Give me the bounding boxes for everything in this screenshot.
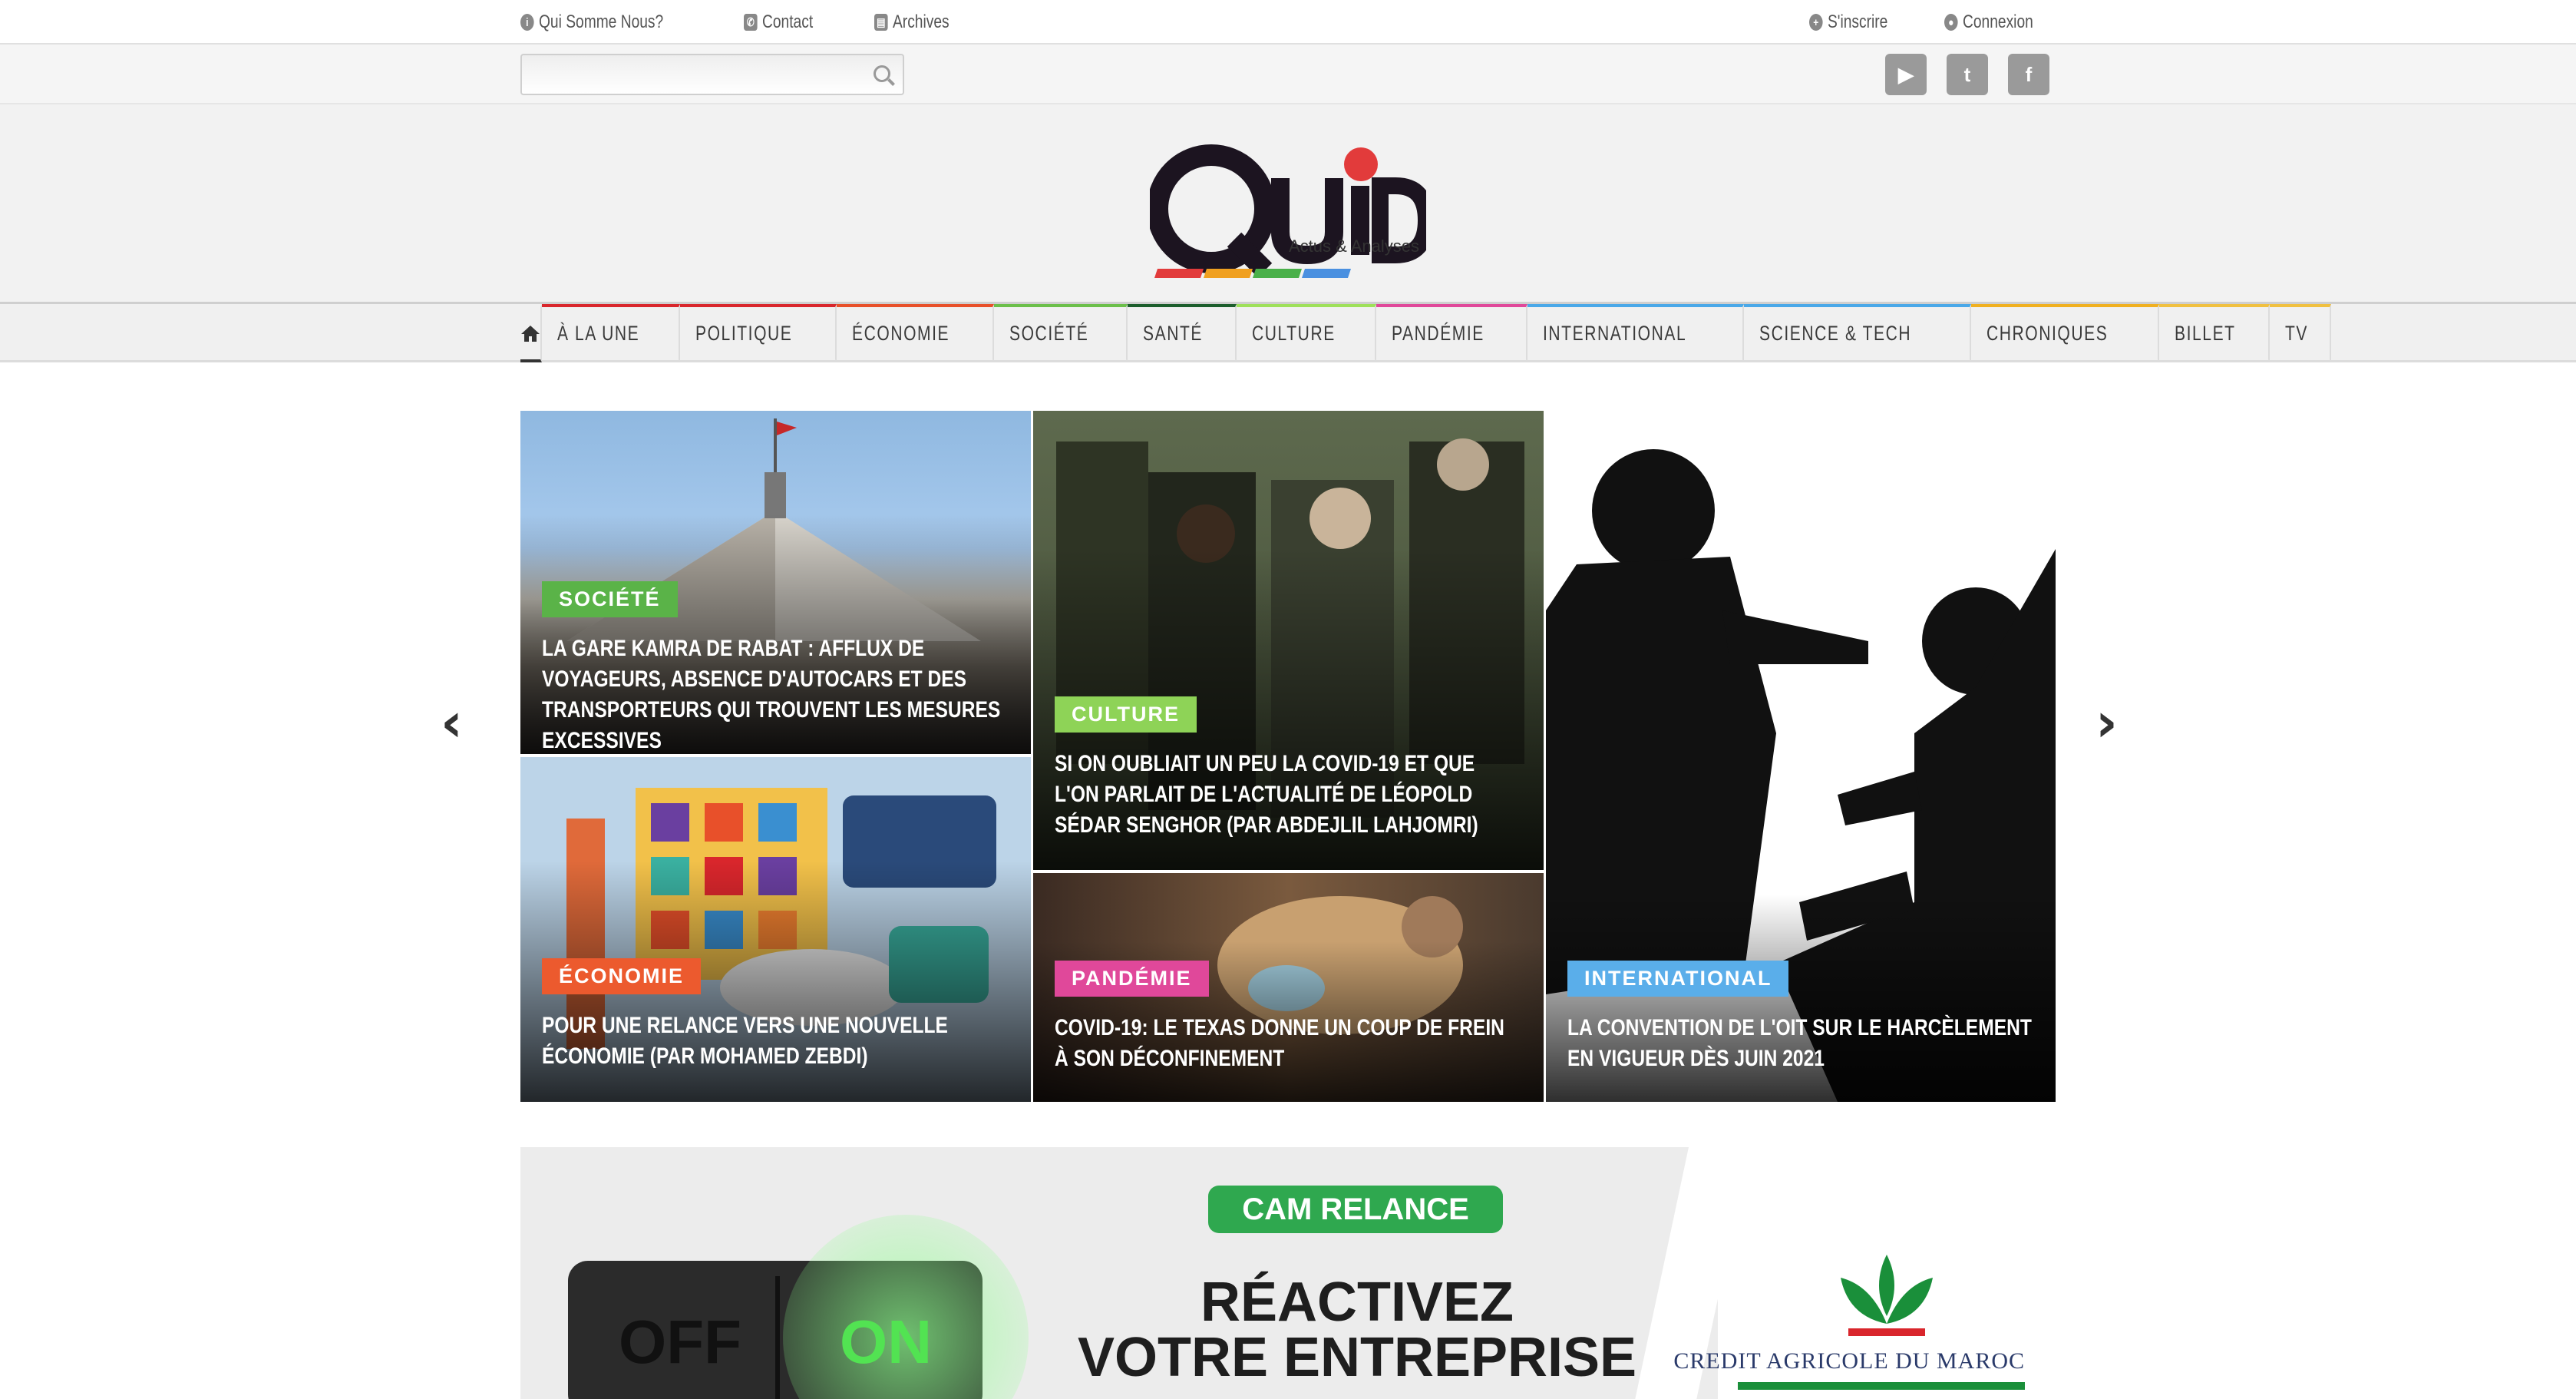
phone-icon: ✆ xyxy=(743,14,758,31)
top-links-left: i Qui Somme Nous? ✆ Contact ▤ Archives xyxy=(520,12,969,33)
featured-slider: SOCIÉTÉ LA GARE KAMRA DE RABAT : AFFLUX … xyxy=(520,411,2056,1102)
slider-next-icon[interactable]: › xyxy=(2095,691,2118,754)
bank-underline xyxy=(1738,1382,2025,1390)
nav-culture[interactable]: CULTURE xyxy=(1237,304,1376,362)
slide-card[interactable]: ÉCONOMIE POUR UNE RELANCE VERS UNE NOUVE… xyxy=(520,757,1031,1102)
category-badge[interactable]: PANDÉMIE xyxy=(1055,961,1209,997)
slide-card[interactable]: CULTURE SI ON OUBLIAIT UN PEU LA COVID-1… xyxy=(1033,411,1544,870)
ad-banner[interactable]: OFF ON CAM RELANCE RÉACTIVEZ VOTRE ENTRE… xyxy=(520,1147,2056,1399)
home-icon[interactable] xyxy=(520,304,542,362)
social-links: ▶ t f xyxy=(1885,54,2049,95)
slide-title[interactable]: LA GARE KAMRA DE RABAT : AFFLUX DE VOYAG… xyxy=(542,633,1009,754)
youtube-icon[interactable]: ▶ xyxy=(1885,54,1927,95)
nav-economie[interactable]: ÉCONOMIE xyxy=(836,304,994,362)
main-nav: À LA UNE POLITIQUE ÉCONOMIE SOCIÉTÉ SANT… xyxy=(0,304,2576,362)
slide-card[interactable]: INTERNATIONAL LA CONVENTION DE L'OIT SUR… xyxy=(1546,411,2056,1102)
slide-card[interactable]: PANDÉMIE COVID-19: LE TEXAS DONNE UN COU… xyxy=(1033,873,1544,1102)
user-plus-icon: + xyxy=(1809,14,1823,31)
slide-title[interactable]: POUR UNE RELANCE VERS UNE NOUVELLE ÉCONO… xyxy=(542,1010,1009,1072)
search-input[interactable] xyxy=(522,55,903,94)
top-links-right: + S'inscrire ● Connexion xyxy=(1809,12,2056,33)
slider-prev-icon[interactable]: ‹ xyxy=(441,691,463,754)
contact-link[interactable]: ✆ Contact xyxy=(743,12,813,33)
signup-link[interactable]: + S'inscrire xyxy=(1809,12,1888,33)
search-icon[interactable] xyxy=(874,65,890,82)
nav-chroniques[interactable]: CHRONIQUES xyxy=(1970,304,2159,362)
slide-title[interactable]: SI ON OUBLIAIT UN PEU LA COVID-19 ET QUE… xyxy=(1055,749,1522,841)
login-link[interactable]: ● Connexion xyxy=(1944,12,2033,33)
switch-off-label: OFF xyxy=(619,1308,741,1376)
switch-graphic: OFF ON xyxy=(568,1215,1029,1399)
nav-tv[interactable]: TV xyxy=(2269,304,2332,362)
archive-icon: ▤ xyxy=(874,14,889,31)
slide-card[interactable]: SOCIÉTÉ LA GARE KAMRA DE RABAT : AFFLUX … xyxy=(520,411,1031,754)
ad-headline: RÉACTIVEZ VOTRE ENTREPRISE xyxy=(1077,1272,1637,1388)
top-bar: i Qui Somme Nous? ✆ Contact ▤ Archives + S'i… xyxy=(0,0,2576,45)
category-badge[interactable]: SOCIÉTÉ xyxy=(542,581,678,617)
info-icon: i xyxy=(520,14,534,31)
slide-title[interactable]: COVID-19: LE TEXAS DONNE UN COUP DE FREI… xyxy=(1055,1013,1522,1074)
slide-title[interactable]: LA CONVENTION DE L'OIT SUR LE HARCÈLEMEN… xyxy=(1567,1013,2034,1074)
twitter-icon[interactable]: t xyxy=(1947,54,1988,95)
facebook-icon[interactable]: f xyxy=(2008,54,2049,95)
nav-societe[interactable]: SOCIÉTÉ xyxy=(993,304,1128,362)
switch-on-label: ON xyxy=(840,1308,932,1376)
user-icon: ● xyxy=(1944,14,1958,31)
logo-area: Actus & Analyses xyxy=(0,104,2576,304)
about-link[interactable]: i Qui Somme Nous? xyxy=(520,12,663,33)
category-badge[interactable]: ÉCONOMIE xyxy=(542,958,702,994)
nav-a-la-une[interactable]: À LA UNE xyxy=(542,304,680,362)
nav-science-tech[interactable]: SCIENCE & TECH xyxy=(1743,304,1971,362)
logo-tagline: Actus & Analyses xyxy=(1289,236,1419,256)
nav-international[interactable]: INTERNATIONAL xyxy=(1527,304,1744,362)
search-row: ▶ t f xyxy=(0,45,2576,104)
bank-name: CREDIT AGRICOLE DU MAROC xyxy=(1673,1348,2025,1374)
nav-billet[interactable]: BILLET xyxy=(2158,304,2270,362)
nav-politique[interactable]: POLITIQUE xyxy=(679,304,837,362)
nav-pandemie[interactable]: PANDÉMIE xyxy=(1376,304,1527,362)
search-box xyxy=(520,54,904,95)
category-badge[interactable]: INTERNATIONAL xyxy=(1567,961,1789,997)
site-logo[interactable] xyxy=(1150,124,1426,286)
archives-link[interactable]: ▤ Archives xyxy=(874,12,949,33)
ad-badge: CAM RELANCE xyxy=(1208,1186,1503,1233)
nav-sante[interactable]: SANTÉ xyxy=(1128,304,1237,362)
category-badge[interactable]: CULTURE xyxy=(1055,696,1197,733)
bank-logo-icon xyxy=(1841,1255,1933,1336)
